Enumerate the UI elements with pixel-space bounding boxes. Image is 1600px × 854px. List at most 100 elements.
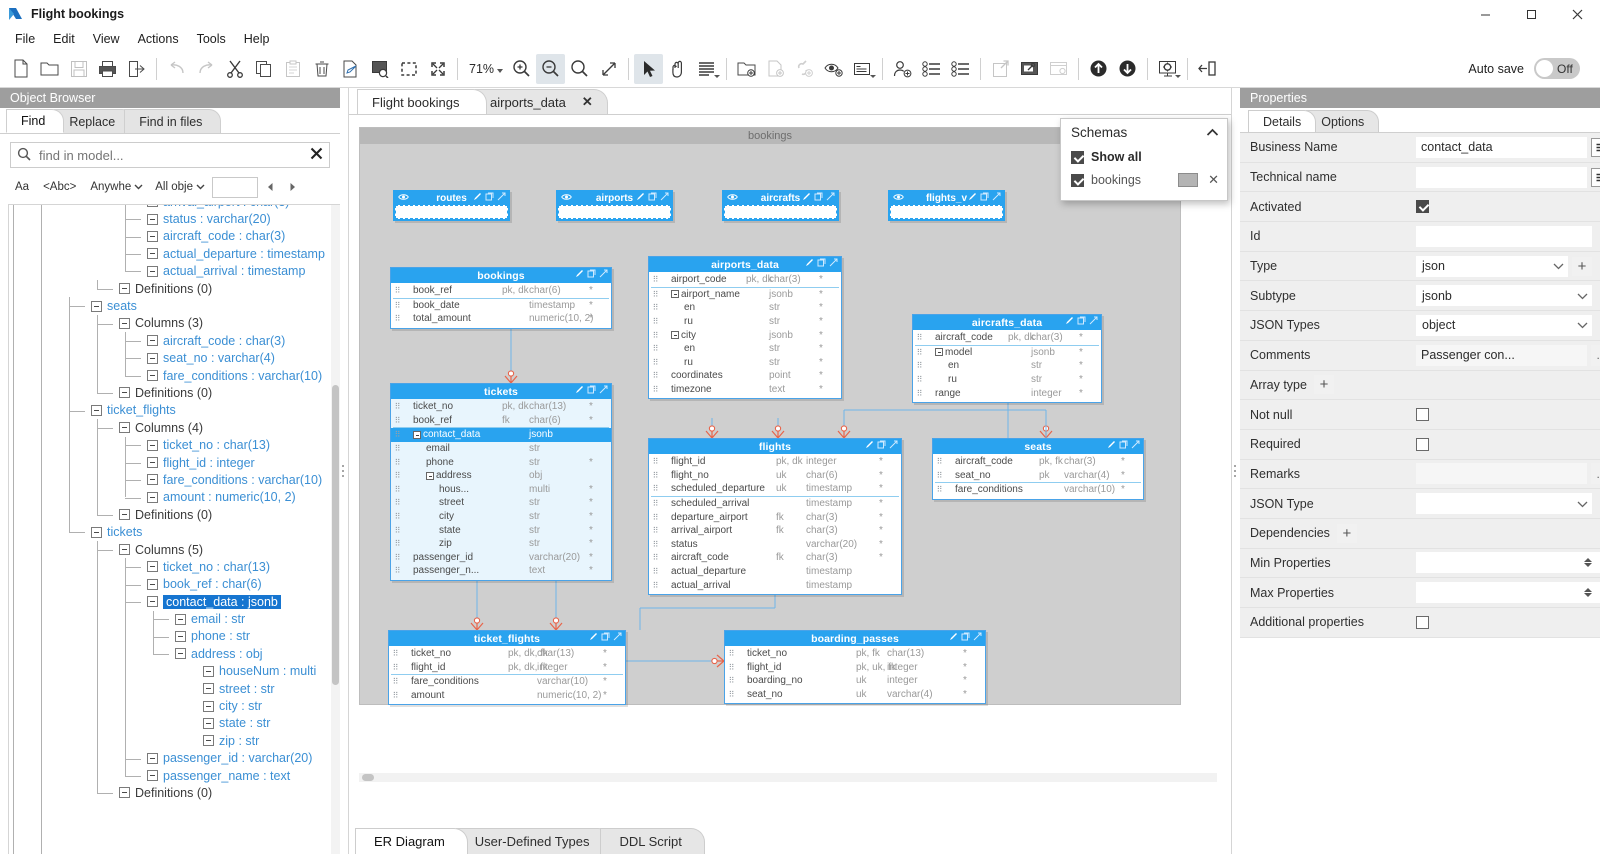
print-icon[interactable]	[93, 54, 122, 84]
expander-icon[interactable]	[935, 348, 943, 357]
chevron-up-icon[interactable]	[1206, 125, 1219, 140]
tree-item-column[interactable]: passenger_name : text	[9, 767, 340, 784]
tree-item-column[interactable]: fare_conditions : varchar(10)	[9, 471, 340, 488]
tree-expander-icon[interactable]	[147, 335, 158, 347]
schema-color-swatch[interactable]	[1178, 173, 1199, 187]
drag-grip-icon[interactable]: ⠿	[391, 286, 403, 295]
diagram-column-row[interactable]: ⠿ departure_airport fk char(3) *	[649, 510, 901, 524]
tree-item-column[interactable]: ticket_no : char(13)	[9, 558, 340, 575]
duplicate-icon[interactable]	[980, 192, 989, 204]
diagram-column-row[interactable]: ⠿ aircraft_code pk, dk char(3) *	[913, 331, 1101, 345]
maximize-button[interactable]	[1508, 0, 1554, 28]
expand-icon[interactable]	[613, 632, 622, 644]
left-splitter[interactable]	[340, 88, 348, 854]
diagram-table-tickets[interactable]: tickets ⠿ ticket_no pk, dk char(13) * ⠿ book_re…	[390, 383, 612, 581]
expand-icon[interactable]	[660, 192, 669, 204]
next-arrow-icon[interactable]	[284, 176, 302, 198]
diagram-column-row[interactable]: ⠿ actual_arrival timestamp	[649, 578, 901, 592]
tree-expander-icon[interactable]	[147, 230, 158, 242]
hand-tool-icon[interactable]	[663, 54, 692, 84]
tree-item-column[interactable]: flight_id : integer	[9, 454, 340, 471]
diagram-column-row[interactable]: ⠿ book_ref pk, dk char(6) *	[391, 284, 611, 298]
drag-grip-icon[interactable]: ⠿	[933, 457, 945, 466]
schemas-show-all-row[interactable]: Show all	[1061, 146, 1227, 168]
tree-item-column[interactable]: phone : str	[9, 628, 340, 645]
tree-item-column[interactable]: actual_arrival : timestamp	[9, 263, 340, 280]
property-checkbox[interactable]	[1416, 200, 1429, 214]
diagram-column-row[interactable]: ⠿ hous... multi *	[391, 483, 611, 497]
close-button[interactable]	[1554, 0, 1600, 28]
schemas-popup[interactable]: Schemas Show all bookings ✕	[1060, 118, 1228, 201]
monitor-settings-icon[interactable]	[1153, 54, 1182, 84]
tree-item-column[interactable]: contact_data : jsonb	[9, 593, 340, 610]
duplicate-icon[interactable]	[1077, 316, 1086, 328]
pencil-icon[interactable]	[1065, 316, 1074, 328]
match-case-button[interactable]: Aa	[10, 176, 34, 198]
tree-item-column[interactable]: city : str	[9, 697, 340, 714]
drag-grip-icon[interactable]: ⠿	[649, 344, 661, 353]
new-relation-icon[interactable]	[790, 54, 819, 84]
menu-actions[interactable]: Actions	[129, 30, 188, 48]
pencil-icon[interactable]	[473, 192, 482, 204]
pencil-icon[interactable]	[805, 258, 814, 270]
drag-grip-icon[interactable]: ⠿	[391, 512, 403, 521]
drag-grip-icon[interactable]: ⠿	[649, 540, 661, 549]
pencil-icon[interactable]	[802, 192, 811, 204]
diagram-column-row[interactable]: ⠿ airport_name jsonb *	[649, 288, 841, 302]
property-input[interactable]	[1416, 552, 1600, 574]
ellipsis-icon[interactable]: ...	[1591, 344, 1600, 366]
tree-item-column[interactable]: book_ref : char(6)	[9, 576, 340, 593]
menu-tools[interactable]: Tools	[188, 30, 235, 48]
close-icon[interactable]: ✕	[1205, 172, 1219, 188]
find-in-document-icon[interactable]	[365, 54, 394, 84]
tree-item-column[interactable]: status : varchar(20)	[9, 210, 340, 227]
tree-expander-icon[interactable]	[203, 683, 214, 695]
diagram-column-row[interactable]: ⠿ ticket_no pk, dk, fk char(13) *	[389, 647, 625, 661]
diagram-column-row[interactable]: ⠿ en str *	[649, 301, 841, 315]
tree-item-column[interactable]: state : str	[9, 715, 340, 732]
drag-grip-icon[interactable]: ⠿	[391, 458, 403, 467]
select-area-icon[interactable]	[394, 54, 423, 84]
drag-grip-icon[interactable]: ⠿	[913, 361, 925, 370]
list-settings2-icon[interactable]	[946, 54, 975, 84]
drag-grip-icon[interactable]: ⠿	[913, 348, 925, 357]
menu-help[interactable]: Help	[235, 30, 279, 48]
prev-arrow-icon[interactable]	[262, 176, 280, 198]
menu-lines-icon[interactable]	[1591, 167, 1600, 187]
diagram-column-row[interactable]: ⠿ passenger_id varchar(20) *	[391, 551, 611, 565]
diagram-table-bookings[interactable]: bookings ⠿ book_ref pk, dk char(6) * ⠿ book_dat…	[390, 267, 612, 329]
property-checkbox[interactable]	[1416, 408, 1429, 422]
expander-icon[interactable]	[671, 331, 679, 340]
diagram-table-airports_data[interactable]: airports_data ⠿ airport_code pk, dk char(3) *…	[648, 256, 842, 400]
tree-expander-icon[interactable]	[119, 422, 130, 434]
pencil-icon[interactable]	[1107, 440, 1116, 452]
drag-grip-icon[interactable]: ⠿	[649, 385, 661, 394]
diagram-column-row[interactable]: ⠿ aircraft_code pk, fk char(3) *	[933, 455, 1143, 469]
tree-expander-icon[interactable]	[147, 578, 158, 590]
tree-expander-icon[interactable]	[147, 265, 158, 277]
diagram-column-row[interactable]: ⠿ zip str *	[391, 537, 611, 551]
tree-item-folder[interactable]: Columns (4)	[9, 419, 340, 436]
scope-dropdown[interactable]: Anywhe	[85, 176, 146, 198]
duplicate-icon[interactable]	[877, 440, 886, 452]
eye-icon[interactable]	[561, 193, 572, 204]
pencil-icon[interactable]	[589, 632, 598, 644]
delete-icon[interactable]	[307, 54, 336, 84]
tab-find-in-files[interactable]: Find in files	[124, 109, 222, 133]
tree-expander-icon[interactable]	[147, 596, 158, 608]
eye-icon[interactable]	[893, 193, 904, 204]
drag-grip-icon[interactable]: ⠿	[391, 416, 403, 425]
property-dropdown[interactable]	[1416, 493, 1592, 515]
redo-icon[interactable]	[191, 54, 220, 84]
tab-replace[interactable]: Replace	[54, 109, 135, 133]
tab-ddl-script[interactable]: DDL Script	[600, 828, 705, 854]
drag-grip-icon[interactable]: ⠿	[649, 331, 661, 340]
tree-item-column[interactable]: ticket_no : char(13)	[9, 436, 340, 453]
pencil-icon[interactable]	[968, 192, 977, 204]
pencil-icon[interactable]	[575, 269, 584, 281]
tree-expander-icon[interactable]	[203, 717, 214, 729]
duplicate-icon[interactable]	[961, 632, 970, 644]
align-lines-icon[interactable]	[692, 54, 721, 84]
tree-item-folder[interactable]: Definitions (0)	[9, 784, 340, 801]
tree-item-column[interactable]: actual_departure : timestamp	[9, 245, 340, 262]
